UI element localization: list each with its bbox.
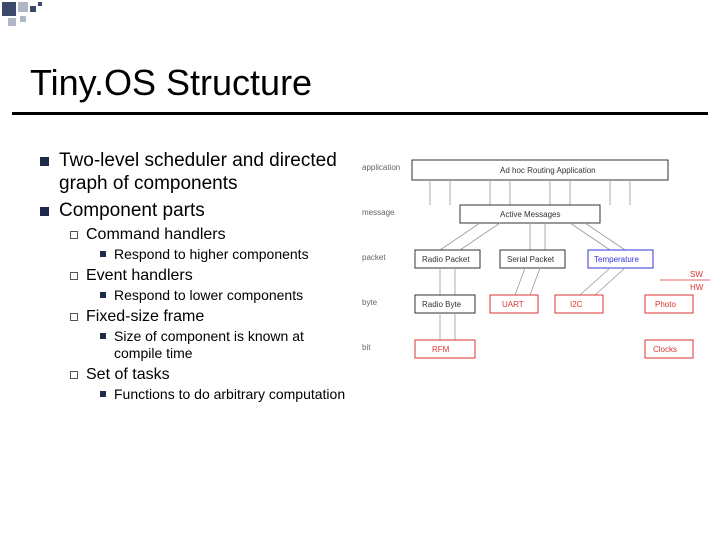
content-body: Two-level scheduler and directed graph o… [40,150,350,406]
square-bullet-icon [40,157,49,166]
small-square-icon [100,251,106,257]
sub-sub-bullet: Respond to lower components [100,287,350,304]
diagram-box: Clocks [653,345,677,354]
sub-bullet-text: Event handlers [86,267,193,285]
hollow-square-icon [70,231,78,239]
sub-sub-bullet: Respond to higher components [100,246,350,263]
bullet-text: Component parts [59,200,205,223]
small-square-icon [100,333,106,339]
sub-sub-text: Functions to do arbitrary computation [114,386,345,403]
hollow-square-icon [70,313,78,321]
sub-bullet: Command handlers [70,226,350,244]
layer-label: message [362,208,395,217]
slide-title: Tiny.OS Structure [30,62,312,104]
bullet-text: Two-level scheduler and directed graph o… [59,150,350,196]
diagram-box: Ad hoc Routing Application [500,166,596,175]
sub-bullet-text: Command handlers [86,226,226,244]
sub-bullet: Set of tasks [70,366,350,384]
bullet-item: Component parts [40,200,350,223]
sub-bullet: Fixed-size frame [70,308,350,326]
diagram-box: Active Messages [500,210,560,219]
diagram-box: Temperature [594,255,639,264]
sub-sub-text: Respond to higher components [114,246,309,263]
diagram-box: Radio Packet [422,255,470,264]
hollow-square-icon [70,272,78,280]
architecture-diagram: .bx { fill: #fff; stroke: #333; stroke-w… [360,150,710,400]
square-bullet-icon [40,207,49,216]
small-square-icon [100,292,106,298]
diagram-box: Radio Byte [422,300,462,309]
layer-label: application [362,163,400,172]
hollow-square-icon [70,371,78,379]
diagram-box: I2C [570,300,583,309]
title-underline [12,112,708,115]
corner-decoration [0,0,100,40]
sub-sub-text: Respond to lower components [114,287,303,304]
sub-sub-text: Size of component is known at compile ti… [114,328,350,362]
bullet-item: Two-level scheduler and directed graph o… [40,150,350,196]
diagram-box: Serial Packet [507,255,555,264]
sub-bullet: Event handlers [70,267,350,285]
hw-label: HW [690,283,704,292]
layer-label: byte [362,298,378,307]
sub-bullet-text: Set of tasks [86,366,170,384]
sub-bullet-text: Fixed-size frame [86,308,204,326]
sub-sub-bullet: Size of component is known at compile ti… [100,328,350,362]
layer-label: packet [362,253,386,262]
diagram-box: UART [502,300,524,309]
diagram-box: Photo [655,300,676,309]
layer-label: bit [362,343,371,352]
sw-label: SW [690,270,703,279]
small-square-icon [100,391,106,397]
diagram-box: RFM [432,345,450,354]
sub-sub-bullet: Functions to do arbitrary computation [100,386,350,403]
